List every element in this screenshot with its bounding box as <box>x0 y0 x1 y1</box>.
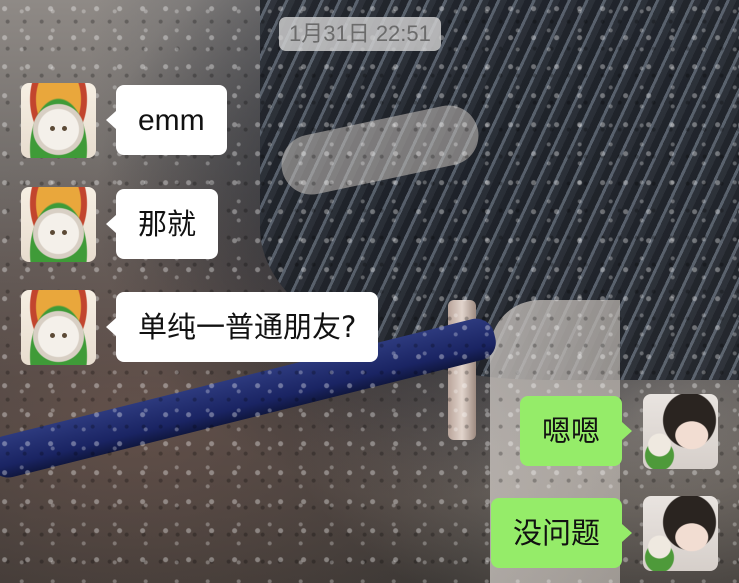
avatar-eye <box>62 230 67 235</box>
avatar-eye <box>62 126 67 131</box>
received-message-bubble[interactable]: 那就 <box>105 189 219 259</box>
contact-avatar[interactable] <box>21 187 96 262</box>
message-timestamp: 1月31日 22:51 <box>279 17 441 51</box>
received-message-bubble[interactable]: 单纯一普通朋友? <box>105 292 379 362</box>
sent-message-bubble[interactable]: 嗯嗯 <box>519 396 633 466</box>
received-message-bubble[interactable]: emm <box>106 85 227 155</box>
avatar-eye <box>62 333 67 338</box>
avatar-eye <box>50 230 55 235</box>
sent-message-bubble[interactable]: 没问题 <box>490 498 633 568</box>
avatar-eye <box>50 126 55 131</box>
message-text: emm <box>138 104 205 137</box>
avatar-eye <box>50 333 55 338</box>
user-avatar[interactable] <box>643 496 718 571</box>
user-avatar[interactable] <box>643 394 718 469</box>
contact-avatar[interactable] <box>21 290 96 365</box>
message-text: 单纯一普通朋友? <box>138 310 357 344</box>
message-text: 嗯嗯 <box>541 414 600 448</box>
message-text: 那就 <box>138 207 197 241</box>
contact-avatar[interactable] <box>21 83 96 158</box>
message-text: 没问题 <box>512 516 600 550</box>
